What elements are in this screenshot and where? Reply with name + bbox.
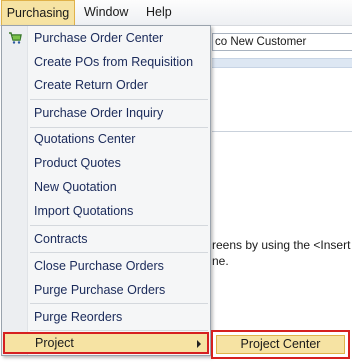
menu-item-purge-reorders[interactable]: Purge Reorders (2, 306, 210, 328)
menu-separator (30, 303, 208, 304)
menu-item-purge-purchase-orders[interactable]: Purge Purchase Orders (2, 279, 210, 301)
menu-item-label: Purge Reorders (34, 310, 123, 324)
submenu-arrow-icon (197, 340, 201, 348)
panel-divider (212, 131, 352, 132)
menu-window[interactable]: Window (84, 0, 128, 25)
purchasing-dropdown-menu: Purchase Order Center Create POs from Re… (1, 25, 211, 356)
shopping-cart-icon (9, 32, 22, 44)
menu-separator (30, 252, 208, 253)
menu-item-label: Purchase Order Center (34, 31, 164, 45)
menu-item-purchase-order-inquiry[interactable]: Purchase Order Inquiry (2, 102, 210, 124)
menu-item-label: Import Quotations (34, 204, 134, 218)
menu-item-contracts[interactable]: Contracts (2, 228, 210, 250)
menu-item-purchase-order-center[interactable]: Purchase Order Center (2, 27, 210, 49)
menu-item-project-center[interactable]: Project Center (216, 335, 345, 354)
menu-item-label: New Quotation (34, 180, 117, 194)
menu-item-label: Purchase Order Inquiry (34, 106, 164, 120)
menu-item-label: Product Quotes (34, 156, 121, 170)
menu-item-product-quotes[interactable]: Product Quotes (2, 152, 210, 174)
menu-separator (30, 99, 208, 100)
hint-text-line-2: ne. (212, 254, 229, 268)
menu-item-import-quotations[interactable]: Import Quotations (2, 200, 210, 222)
menu-separator (30, 330, 208, 331)
menu-purchasing[interactable]: Purchasing (1, 0, 75, 26)
menu-item-quotations-center[interactable]: Quotations Center (2, 128, 210, 150)
menu-item-new-quotation[interactable]: New Quotation (2, 176, 210, 198)
menu-item-label: Project (35, 336, 74, 350)
menu-help[interactable]: Help (146, 0, 172, 25)
menu-item-label: Quotations Center (34, 132, 136, 146)
menu-item-create-return-order[interactable]: Create Return Order (2, 74, 210, 96)
menu-item-label: Close Purchase Orders (34, 259, 164, 273)
menu-bar: Purchasing Window Help (0, 0, 352, 26)
panel-header-bar (212, 58, 352, 68)
menu-item-project[interactable]: Project (3, 332, 209, 354)
menu-item-label: Create POs from Requisition (34, 55, 194, 69)
menu-item-close-purchase-orders[interactable]: Close Purchase Orders (2, 255, 210, 277)
menu-separator (30, 225, 208, 226)
customer-field[interactable]: co New Customer (212, 33, 352, 51)
hint-text-line-1: reens by using the <Insert (212, 238, 351, 252)
menu-item-label: Purge Purchase Orders (34, 283, 166, 297)
project-submenu: Project Center (211, 330, 350, 359)
menu-item-create-pos-from-requisition[interactable]: Create POs from Requisition (2, 51, 210, 73)
menu-item-label: Contracts (34, 232, 88, 246)
menu-item-label: Create Return Order (34, 78, 148, 92)
